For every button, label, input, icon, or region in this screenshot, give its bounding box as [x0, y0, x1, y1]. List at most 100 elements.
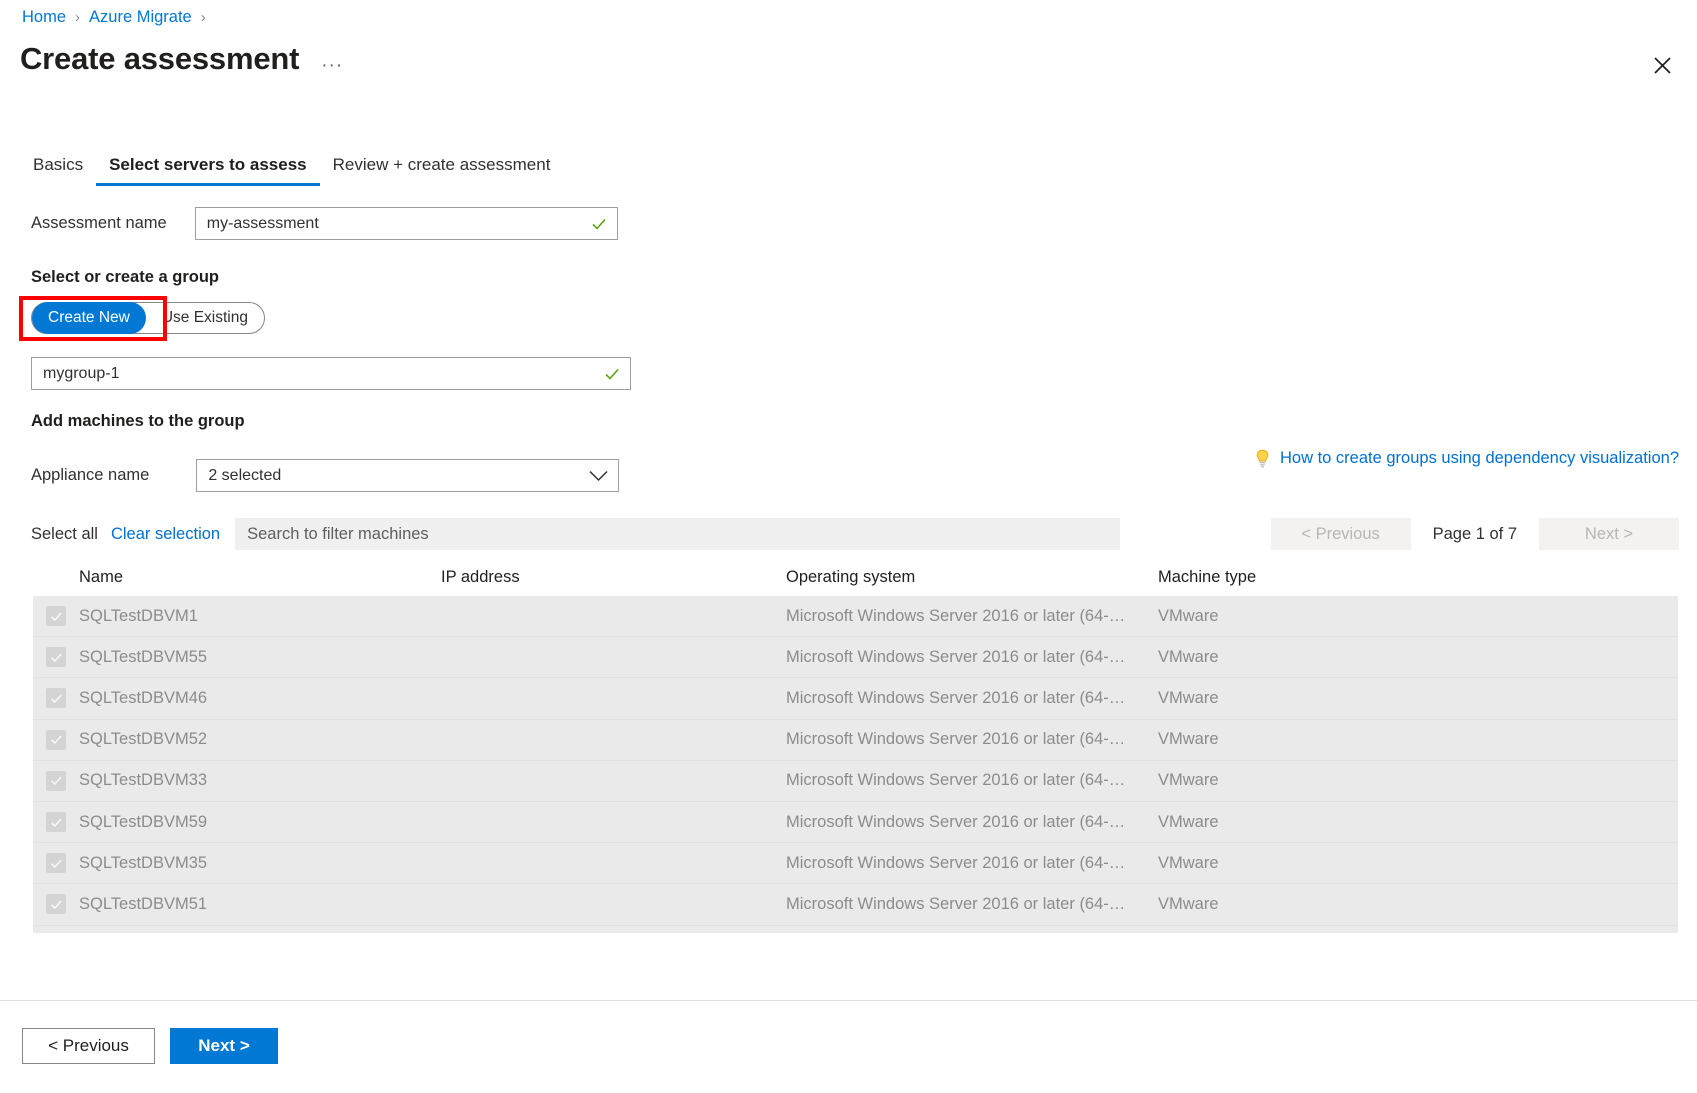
next-page-button[interactable]: Next >: [1539, 518, 1679, 550]
machine-type: VMware: [1158, 689, 1458, 708]
row-checkbox[interactable]: [46, 647, 66, 667]
select-all-button[interactable]: Select all: [31, 525, 98, 544]
tab-basics[interactable]: Basics: [20, 155, 96, 186]
breadcrumb-item-azure-migrate[interactable]: Azure Migrate: [89, 9, 192, 26]
table-cell-name: SQLTestDBVM1: [46, 606, 441, 626]
machine-type: VMware: [1158, 813, 1458, 832]
table-row[interactable]: SQLTestDBVM33 Microsoft Windows Server 20…: [33, 761, 1678, 802]
machine-name: SQLTestDBVM51: [79, 895, 207, 914]
lightbulb-icon: [1255, 449, 1270, 468]
column-header-machine-type[interactable]: Machine type: [1158, 568, 1458, 587]
previous-page-button[interactable]: < Previous: [1271, 518, 1411, 550]
page-header: Create assessment ···: [20, 41, 343, 77]
machine-operating-system: Microsoft Windows Server 2016 or later (…: [786, 771, 1158, 790]
assessment-name-field-row: Assessment name my-assessment: [31, 207, 618, 240]
machine-operating-system: Microsoft Windows Server 2016 or later (…: [786, 648, 1158, 667]
toggle-use-existing-label: Use Existing: [162, 309, 248, 327]
table-cell-name: SQLTestDBVM59: [46, 812, 441, 832]
row-checkbox[interactable]: [46, 730, 66, 750]
tab-label: Review + create assessment: [333, 155, 551, 174]
tab-label: Select servers to assess: [109, 155, 307, 174]
more-options-button[interactable]: ···: [321, 56, 343, 75]
table-cell-name: SQLTestDBVM52: [46, 730, 441, 750]
machines-toolbar: Select all Clear selection Search to fil…: [31, 518, 1679, 550]
table-cell-name: SQLTestDBVM51: [46, 894, 441, 914]
search-placeholder: Search to filter machines: [247, 525, 429, 544]
tab-select-servers-to-assess[interactable]: Select servers to assess: [96, 155, 320, 186]
group-name-value: mygroup-1: [43, 366, 119, 382]
appliance-name-value: 2 selected: [208, 467, 281, 485]
group-mode-toggle: Create New Use Existing: [31, 302, 265, 334]
table-row[interactable]: SQLTestDBVM59 Microsoft Windows Server 20…: [33, 802, 1678, 843]
machine-type: VMware: [1158, 771, 1458, 790]
machine-name: SQLTestDBVM35: [79, 854, 207, 873]
table-row[interactable]: SQLTestDBVM52 Microsoft Windows Server 20…: [33, 720, 1678, 761]
table-header-row: Name IP address Operating system Machine…: [33, 558, 1678, 596]
search-input[interactable]: Search to filter machines: [235, 518, 1120, 550]
machine-name: SQLTestDBVM33: [79, 771, 207, 790]
row-checkbox[interactable]: [46, 606, 66, 626]
appliance-name-field-row: Appliance name 2 selected: [31, 459, 619, 492]
checkmark-icon: [591, 216, 607, 232]
dependency-visualization-help-label: How to create groups using dependency vi…: [1280, 449, 1679, 468]
machine-operating-system: Microsoft Windows Server 2016 or later (…: [786, 895, 1158, 914]
table-row[interactable]: SQLTestDBVM51 Microsoft Windows Server 20…: [33, 884, 1678, 925]
close-icon[interactable]: [1645, 48, 1679, 82]
group-section-heading: Select or create a group: [31, 268, 219, 287]
machine-operating-system: Microsoft Windows Server 2016 or later (…: [786, 813, 1158, 832]
column-header-name[interactable]: Name: [46, 568, 441, 587]
machine-operating-system: Microsoft Windows Server 2016 or later (…: [786, 689, 1158, 708]
table-row[interactable]: SQLTestDBVM55 Microsoft Windows Server 20…: [33, 637, 1678, 678]
checkmark-icon: [604, 366, 620, 382]
machine-type: VMware: [1158, 607, 1458, 626]
machine-name: SQLTestDBVM59: [79, 813, 207, 832]
toggle-create-new-label: Create New: [48, 309, 130, 327]
row-checkbox[interactable]: [46, 812, 66, 832]
machine-name: SQLTestDBVM1: [79, 607, 198, 626]
table-row[interactable]: [33, 926, 1678, 934]
toggle-use-existing[interactable]: Use Existing: [146, 302, 264, 334]
machine-operating-system: Microsoft Windows Server 2016 or later (…: [786, 607, 1158, 626]
footer-next-button[interactable]: Next >: [170, 1028, 278, 1064]
machine-name: SQLTestDBVM52: [79, 730, 207, 749]
table-row[interactable]: SQLTestDBVM46 Microsoft Windows Server 20…: [33, 678, 1678, 719]
row-checkbox[interactable]: [46, 853, 66, 873]
page-indicator: Page 1 of 7: [1411, 525, 1539, 544]
breadcrumb-separator-icon: ›: [201, 10, 206, 25]
machines-section-heading: Add machines to the group: [31, 412, 245, 431]
table-body: SQLTestDBVM1 Microsoft Windows Server 201…: [33, 596, 1678, 933]
machine-name: SQLTestDBVM46: [79, 689, 207, 708]
toggle-create-new[interactable]: Create New: [32, 302, 146, 334]
pagination: < Previous Page 1 of 7 Next >: [1271, 518, 1679, 550]
tab-review-create-assessment[interactable]: Review + create assessment: [320, 155, 564, 186]
table-cell-name: SQLTestDBVM55: [46, 647, 441, 667]
machine-type: VMware: [1158, 648, 1458, 667]
table-cell-name: SQLTestDBVM46: [46, 688, 441, 708]
column-header-operating-system[interactable]: Operating system: [786, 568, 1158, 587]
breadcrumb: Home › Azure Migrate ›: [22, 9, 215, 26]
table-cell-name: SQLTestDBVM35: [46, 853, 441, 873]
row-checkbox[interactable]: [46, 771, 66, 791]
column-header-ip-address[interactable]: IP address: [441, 568, 786, 587]
machine-type: VMware: [1158, 895, 1458, 914]
group-name-input[interactable]: mygroup-1: [31, 357, 631, 390]
table-row[interactable]: SQLTestDBVM1 Microsoft Windows Server 201…: [33, 596, 1678, 637]
machine-operating-system: Microsoft Windows Server 2016 or later (…: [786, 730, 1158, 749]
machine-type: VMware: [1158, 854, 1458, 873]
wizard-footer: < Previous Next >: [0, 1000, 1697, 1093]
breadcrumb-item-home[interactable]: Home: [22, 9, 66, 26]
dependency-visualization-help-link[interactable]: How to create groups using dependency vi…: [1255, 449, 1679, 468]
machine-name: SQLTestDBVM55: [79, 648, 207, 667]
assessment-name-value: my-assessment: [207, 216, 319, 232]
appliance-name-select[interactable]: 2 selected: [196, 459, 619, 492]
table-row[interactable]: SQLTestDBVM35Microsoft Windows Server 20…: [33, 843, 1678, 884]
row-checkbox[interactable]: [46, 688, 66, 708]
footer-previous-button[interactable]: < Previous: [22, 1028, 155, 1064]
page-title: Create assessment: [20, 41, 299, 77]
assessment-name-input[interactable]: my-assessment: [195, 207, 618, 240]
tab-label: Basics: [33, 155, 83, 174]
machines-table: Name IP address Operating system Machine…: [33, 558, 1678, 933]
row-checkbox[interactable]: [46, 894, 66, 914]
clear-selection-button[interactable]: Clear selection: [111, 525, 220, 544]
appliance-name-label: Appliance name: [31, 466, 149, 485]
